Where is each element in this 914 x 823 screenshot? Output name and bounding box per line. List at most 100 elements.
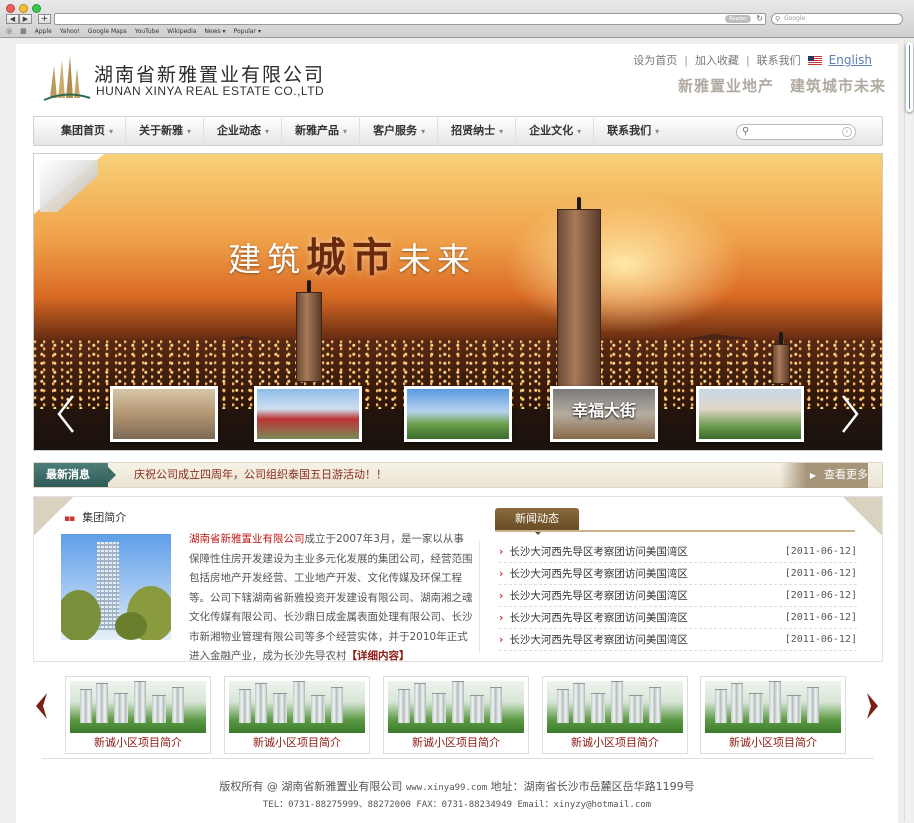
news-title[interactable]: 长沙大河西先导区考察团访问美国湾区	[499, 632, 688, 647]
scrollbar-thumb[interactable]	[906, 42, 913, 112]
chevron-down-icon: ▾	[265, 127, 270, 136]
project-thumbnail	[547, 681, 683, 733]
project-card[interactable]: 新诚小区项目简介	[542, 676, 688, 754]
banner-thumb-2[interactable]	[254, 386, 362, 442]
nav-item-home[interactable]: 集团首页 ▾	[48, 116, 127, 146]
intro-heading: ▪▪ 集团简介	[64, 511, 127, 524]
company-name-en: HUNAN XINYA REAL ESTATE CO.,LTD	[96, 84, 325, 98]
ticker-more-link[interactable]: ▶ 查看更多	[779, 463, 868, 488]
projects-next-arrow-icon[interactable]	[866, 692, 880, 720]
project-card[interactable]: 新诚小区项目简介	[224, 676, 370, 754]
footer-divider	[42, 758, 874, 759]
news-item[interactable]: 长沙大河西先导区考察团访问美国湾区 [2011-06-12]	[499, 585, 857, 607]
english-link[interactable]: English	[829, 53, 872, 67]
search-icon: ⚲	[775, 15, 781, 23]
intro-more-link[interactable]: 【详细内容】	[347, 650, 410, 662]
footer-copyright-text: 版权所有 @ 湖南省新雅置业有限公司	[219, 780, 403, 793]
projects-prev-arrow-icon[interactable]	[34, 692, 48, 720]
contact-us-link[interactable]: 联系我们	[757, 52, 801, 68]
project-card[interactable]: 新诚小区项目简介	[65, 676, 211, 754]
banner-pillar-right	[772, 344, 790, 384]
footer-address: 地址：湖南省长沙市岳麓区岳华路1199号	[490, 780, 695, 793]
project-card[interactable]: 新诚小区项目简介	[383, 676, 529, 754]
news-item[interactable]: 长沙大河西先导区考察团访问美国湾区 [2011-06-12]	[499, 607, 857, 629]
nav-item-about[interactable]: 关于新雅 ▾	[126, 116, 205, 146]
bullet-icon: ▪▪	[64, 514, 75, 524]
set-homepage-link[interactable]: 设为首页	[633, 52, 677, 68]
bookmark-yahoo[interactable]: Yahoo!	[60, 28, 80, 35]
project-caption[interactable]: 新诚小区项目简介	[388, 733, 524, 753]
hero-banner: 建筑城市未来 幸福大街	[33, 153, 883, 451]
back-arrow-icon[interactable]: ◀	[6, 14, 19, 24]
project-thumbnail	[70, 681, 206, 733]
project-caption[interactable]: 新诚小区项目简介	[705, 733, 841, 753]
company-logo-icon[interactable]	[42, 54, 92, 102]
news-item[interactable]: 长沙大河西先导区考察团访问美国湾区 [2011-06-12]	[499, 629, 857, 651]
reader-button[interactable]: Reader	[725, 15, 751, 23]
window-controls	[6, 4, 41, 13]
banner-thumb-4[interactable]: 幸福大街	[550, 386, 658, 442]
chevron-down-icon: ▾	[109, 127, 114, 136]
reload-icon[interactable]: ↻	[756, 14, 763, 24]
top-sites-icon[interactable]: ▦	[20, 27, 27, 35]
nav-item-contact[interactable]: 联系我们 ▾	[594, 116, 671, 146]
news-title[interactable]: 长沙大河西先导区考察团访问美国湾区	[499, 544, 688, 559]
reading-list-icon[interactable]: ◎	[6, 27, 12, 35]
news-title[interactable]: 长沙大河西先导区考察团访问美国湾区	[499, 566, 688, 581]
close-window-button[interactable]	[6, 4, 15, 13]
site-search-input[interactable]: ⚲ ›	[736, 124, 856, 140]
project-thumbnail	[388, 681, 524, 733]
zoom-window-button[interactable]	[32, 4, 41, 13]
vertical-scrollbar[interactable]	[904, 40, 913, 821]
nav-item-careers[interactable]: 招贤纳士 ▾	[438, 116, 517, 146]
nav-item-service[interactable]: 客户服务 ▾	[360, 116, 439, 146]
project-caption[interactable]: 新诚小区项目简介	[70, 733, 206, 753]
news-title[interactable]: 长沙大河西先导区考察团访问美国湾区	[499, 588, 688, 603]
bookmarks-bar: ◎ ▦ Apple Yahoo! Google Maps YouTube Wik…	[6, 27, 261, 35]
search-submit-icon[interactable]: ›	[842, 127, 852, 137]
banner-pillar-left	[296, 292, 322, 382]
intro-body: 成立于2007年3月，是一家以从事保障性住房开发建设为主业多元化发展的集团公司，…	[189, 533, 473, 662]
browser-search-field[interactable]: ⚲ Google	[771, 13, 903, 25]
main-navigation: 集团首页 ▾ 关于新雅 ▾ 企业动态 ▾ 新雅产品 ▾ 客户服务 ▾ 招贤纳士 ▾ 企业文化…	[33, 116, 883, 146]
banner-thumb-5[interactable]	[696, 386, 804, 442]
project-caption[interactable]: 新诚小区项目简介	[229, 733, 365, 753]
bookmark-youtube[interactable]: YouTube	[135, 28, 159, 35]
forward-arrow-icon[interactable]: ▶	[19, 14, 32, 24]
column-divider	[479, 541, 480, 653]
bookmark-popular[interactable]: Popular ▾	[234, 28, 261, 35]
news-item[interactable]: 长沙大河西先导区考察团访问美国湾区 [2011-06-12]	[499, 541, 857, 563]
address-bar[interactable]: Reader ↻	[54, 13, 766, 25]
ticker-headline[interactable]: 庆祝公司成立四周年，公司组织泰国五日游活动！！	[134, 463, 387, 487]
add-favorite-link[interactable]: 加入收藏	[695, 52, 739, 68]
new-tab-button[interactable]: +	[38, 14, 51, 24]
news-item[interactable]: 长沙大河西先导区考察团访问美国湾区 [2011-06-12]	[499, 563, 857, 585]
news-title[interactable]: 长沙大河西先导区考察团访问美国湾区	[499, 610, 688, 625]
news-date: [2011-06-12]	[784, 546, 857, 557]
chevron-down-icon: ▾	[343, 127, 348, 136]
bookmark-wikipedia[interactable]: Wikipedia	[167, 28, 196, 35]
banner-thumb-3[interactable]	[404, 386, 512, 442]
footer-site-link[interactable]: www.xinya99.com	[406, 783, 487, 793]
banner-pillar-center	[557, 209, 601, 387]
banner-next-arrow-icon[interactable]	[840, 394, 860, 434]
news-tab-underline	[495, 530, 855, 532]
minimize-window-button[interactable]	[19, 4, 28, 13]
building-illustration	[61, 542, 171, 640]
news-tab[interactable]: 新闻动态	[495, 508, 579, 535]
bookmark-google-maps[interactable]: Google Maps	[88, 28, 127, 35]
nav-item-news[interactable]: 企业动态 ▾	[204, 116, 283, 146]
project-caption[interactable]: 新诚小区项目简介	[547, 733, 683, 753]
banner-thumbnails: 幸福大街	[110, 386, 810, 442]
banner-prev-arrow-icon[interactable]	[56, 394, 76, 434]
intro-paragraph: 湖南省新雅置业有限公司成立于2007年3月，是一家以从事保障性住房开发建设为主业…	[189, 530, 474, 667]
nav-item-culture[interactable]: 企业文化 ▾	[516, 116, 595, 146]
nav-item-products[interactable]: 新雅产品 ▾	[282, 116, 361, 146]
banner-thumb-1[interactable]	[110, 386, 218, 442]
project-thumbnail	[705, 681, 841, 733]
project-card[interactable]: 新诚小区项目简介	[700, 676, 846, 754]
footer-copyright: 版权所有 @ 湖南省新雅置业有限公司 www.xinya99.com 地址：湖南…	[16, 778, 898, 794]
bookmark-news[interactable]: News ▾	[204, 28, 225, 35]
bookmark-apple[interactable]: Apple	[35, 28, 52, 35]
chevron-down-icon: ▾	[499, 127, 504, 136]
